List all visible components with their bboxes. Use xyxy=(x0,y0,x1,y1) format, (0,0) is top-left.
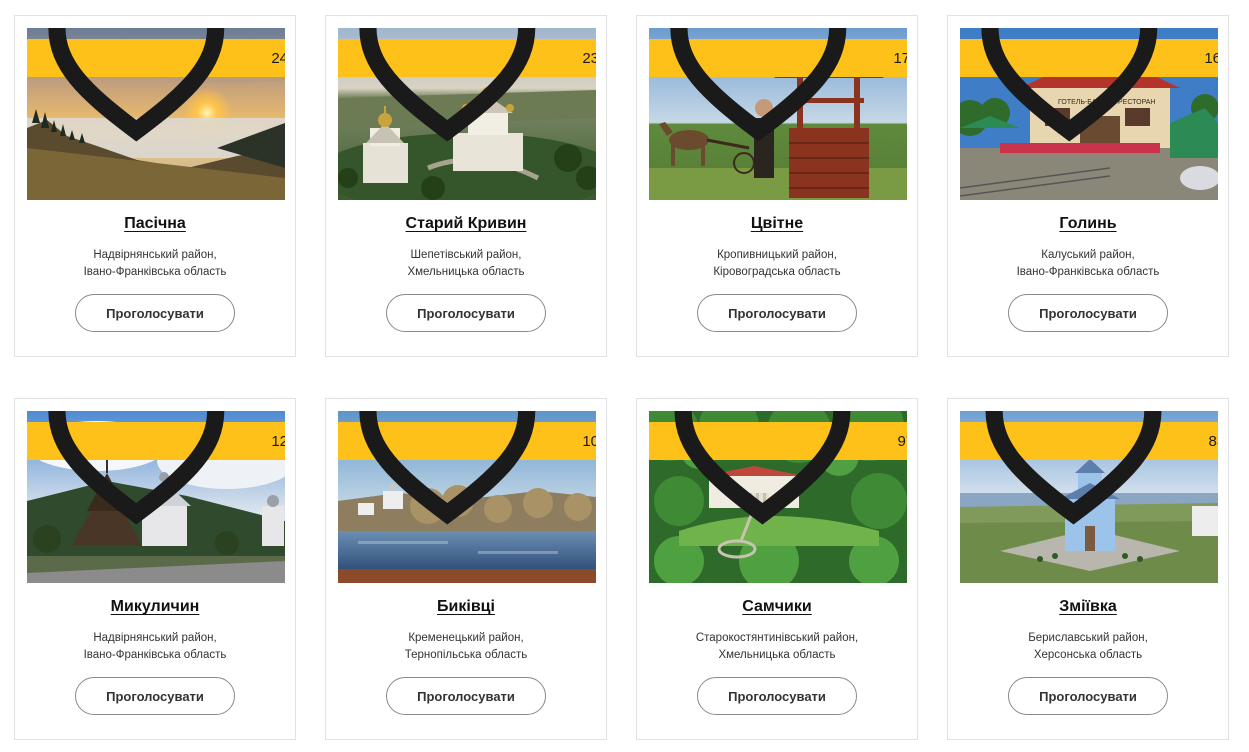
village-photo: 830 xyxy=(960,411,1218,583)
village-card: 1255 Микуличин Надвірнянський район, Іва… xyxy=(14,398,296,740)
village-region: Бериславський район, Херсонська область xyxy=(948,630,1228,664)
village-region: Старокостянтинівський район, Хмельницька… xyxy=(637,630,917,664)
village-photo: 1714 xyxy=(649,28,907,200)
like-count: 1714 xyxy=(893,49,907,67)
like-badge[interactable]: 1089 xyxy=(338,411,596,525)
heart-icon xyxy=(359,411,536,525)
village-name-link[interactable]: Цвітне xyxy=(637,215,917,233)
like-count: 1635 xyxy=(1204,49,1218,67)
village-name-link[interactable]: Самчики xyxy=(637,598,917,616)
oblast-text: Кіровоградська область xyxy=(713,266,841,278)
village-card: 2393 Старий Кривин Шепетівський район, Х… xyxy=(325,15,607,357)
like-count: 1089 xyxy=(582,432,596,450)
village-name-link[interactable]: Микуличин xyxy=(15,598,295,616)
vote-button[interactable]: Проголосувати xyxy=(697,294,857,332)
village-region: Кропивницький район, Кіровоградська обла… xyxy=(637,247,917,281)
village-name-link[interactable]: Старий Кривин xyxy=(326,215,606,233)
oblast-text: Хмельницька область xyxy=(718,649,836,661)
district-text: Кременецький район, xyxy=(408,632,524,644)
like-count: 2393 xyxy=(582,49,596,67)
village-photo: 1255 xyxy=(27,411,285,583)
district-text: Кропивницький район, xyxy=(717,249,837,261)
heart-icon xyxy=(981,28,1158,142)
like-count: 1255 xyxy=(271,432,285,450)
like-badge[interactable]: 830 xyxy=(960,411,1218,525)
district-text: Старокостянтинівський район, xyxy=(695,632,859,644)
village-name-link[interactable]: Голинь xyxy=(948,215,1228,233)
village-card: 830 Зміївка Бериславський район, Херсонс… xyxy=(947,398,1229,740)
oblast-text: Хмельницька область xyxy=(407,266,525,278)
vote-button[interactable]: Проголосувати xyxy=(1008,294,1168,332)
oblast-text: Херсонська область xyxy=(1033,649,1143,661)
village-photo: 977 xyxy=(649,411,907,583)
heart-icon xyxy=(359,28,536,142)
heart-icon xyxy=(670,28,847,142)
village-photo: 2472 xyxy=(27,28,285,200)
like-count: 830 xyxy=(1208,432,1218,450)
district-text: Надвірнянський район, xyxy=(93,249,217,261)
village-region: Шепетівський район, Хмельницька область xyxy=(326,247,606,281)
like-badge[interactable]: 1714 xyxy=(649,28,907,142)
like-badge[interactable]: 2472 xyxy=(27,28,285,142)
village-name-link[interactable]: Биківці xyxy=(326,598,606,616)
village-photo: ГОТЕЛЬ-БАР РЕСТОРАН 1635 xyxy=(960,28,1218,200)
like-count: 2472 xyxy=(271,49,285,67)
vote-button[interactable]: Проголосувати xyxy=(386,677,546,715)
oblast-text: Івано-Франківська область xyxy=(83,266,227,278)
district-text: Калуський район, xyxy=(1041,249,1135,261)
vote-button[interactable]: Проголосувати xyxy=(697,677,857,715)
village-card: 1089 Биківці Кременецький район, Тернопі… xyxy=(325,398,607,740)
village-region: Надвірнянський район, Івано-Франківська … xyxy=(15,630,295,664)
village-name-link[interactable]: Зміївка xyxy=(948,598,1228,616)
village-region: Калуський район, Івано-Франківська облас… xyxy=(948,247,1228,281)
like-badge[interactable]: 1635 xyxy=(960,28,1218,142)
heart-icon xyxy=(985,411,1162,525)
vote-button[interactable]: Проголосувати xyxy=(75,677,235,715)
village-name-link[interactable]: Пасічна xyxy=(15,215,295,233)
district-text: Шепетівський район, xyxy=(410,249,522,261)
village-card: 1714 Цвітне Кропивницький район, Кіровог… xyxy=(636,15,918,357)
village-region: Кременецький район, Тернопільська област… xyxy=(326,630,606,664)
village-photo: 1089 xyxy=(338,411,596,583)
village-photo: 2393 xyxy=(338,28,596,200)
vote-button[interactable]: Проголосувати xyxy=(1008,677,1168,715)
like-badge[interactable]: 2393 xyxy=(338,28,596,142)
village-card: 2472 Пасічна Надвірнянський район, Івано… xyxy=(14,15,296,357)
district-text: Надвірнянський район, xyxy=(93,632,217,644)
like-badge[interactable]: 977 xyxy=(649,411,907,525)
heart-icon xyxy=(674,411,851,525)
oblast-text: Тернопільська область xyxy=(404,649,528,661)
oblast-text: Івано-Франківська область xyxy=(83,649,227,661)
heart-icon xyxy=(48,411,225,525)
district-text: Бериславський район, xyxy=(1028,632,1148,644)
like-count: 977 xyxy=(897,432,907,450)
vote-button[interactable]: Проголосувати xyxy=(386,294,546,332)
oblast-text: Івано-Франківська область xyxy=(1016,266,1160,278)
heart-icon xyxy=(48,28,225,142)
village-region: Надвірнянський район, Івано-Франківська … xyxy=(15,247,295,281)
village-card: ГОТЕЛЬ-БАР РЕСТОРАН 1635 Голинь Калуськи… xyxy=(947,15,1229,357)
village-card: 977 Самчики Старокостянтинівський район,… xyxy=(636,398,918,740)
like-badge[interactable]: 1255 xyxy=(27,411,285,525)
vote-button[interactable]: Проголосувати xyxy=(75,294,235,332)
